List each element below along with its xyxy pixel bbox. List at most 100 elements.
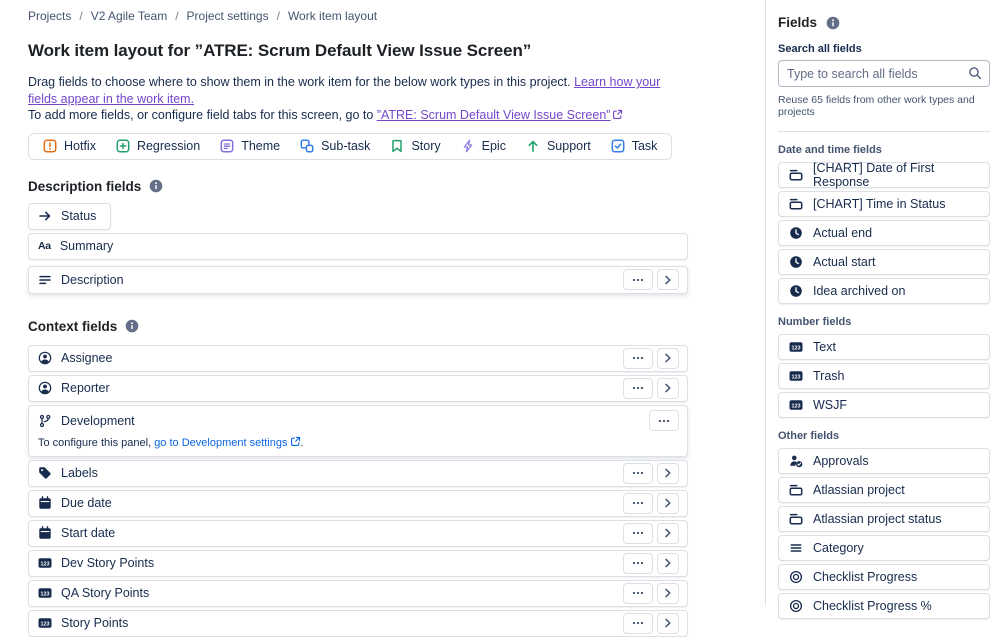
- expand-button[interactable]: [657, 492, 679, 514]
- svg-text:123: 123: [41, 591, 50, 597]
- breadcrumb-project-name[interactable]: V2 Agile Team: [91, 9, 168, 23]
- breadcrumb-projects[interactable]: Projects: [28, 9, 71, 23]
- more-icon: [631, 496, 645, 510]
- field-row-labels[interactable]: Labels: [28, 459, 688, 487]
- chevron-right-icon: [661, 466, 675, 480]
- more-options-button[interactable]: [649, 410, 679, 431]
- more-options-button[interactable]: [623, 269, 653, 290]
- chevron-right-icon: [661, 273, 675, 287]
- field-label: Category: [813, 541, 864, 555]
- breadcrumb-separator: /: [276, 9, 280, 23]
- breadcrumb-work-item-layout[interactable]: Work item layout: [288, 9, 377, 23]
- field-row-due-date[interactable]: Due date: [28, 489, 688, 517]
- intro-line1: Drag fields to choose where to show them…: [28, 75, 571, 89]
- sidebar-field-chart-date-first-response[interactable]: [CHART] Date of First Response: [778, 161, 990, 189]
- task-icon: [611, 139, 625, 153]
- field-label: Atlassian project status: [813, 512, 942, 526]
- field-row-development[interactable]: Development To configure this panel, go …: [28, 404, 688, 457]
- info-icon[interactable]: [826, 16, 840, 30]
- sidebar-field-actual-end[interactable]: Actual end: [778, 220, 990, 246]
- chevron-right-icon: [661, 586, 675, 600]
- fields-heading: Fields: [778, 15, 990, 30]
- field-label: Checklist Progress: [813, 570, 918, 584]
- field-label: Checklist Progress %: [813, 599, 932, 613]
- expand-button[interactable]: [657, 612, 679, 634]
- expand-button[interactable]: [657, 377, 679, 399]
- expand-button[interactable]: [657, 462, 679, 484]
- work-type-tab-theme[interactable]: Theme: [210, 134, 290, 159]
- work-type-tab-subtask[interactable]: Sub-task: [290, 134, 380, 159]
- external-link-icon: [612, 109, 623, 120]
- sidebar-field-idea-archived-on[interactable]: Idea archived on: [778, 278, 990, 304]
- field-row-dev-story-points[interactable]: 123 Dev Story Points: [28, 549, 688, 577]
- field-row-story-points[interactable]: 123 Story Points: [28, 609, 688, 637]
- work-type-tab-hotfix[interactable]: Hotfix: [33, 134, 106, 159]
- field-row-qa-story-points[interactable]: 123 QA Story Points: [28, 579, 688, 607]
- field-row-assignee[interactable]: Assignee: [28, 344, 688, 372]
- chevron-right-icon: [661, 381, 675, 395]
- more-options-button[interactable]: [623, 462, 653, 484]
- search-all-fields-label: Search all fields: [778, 43, 862, 55]
- expand-button[interactable]: [657, 582, 679, 604]
- sidebar-field-actual-start[interactable]: Actual start: [778, 249, 990, 275]
- number-123-icon: 123: [38, 586, 52, 600]
- field-row-description[interactable]: Description: [28, 265, 688, 294]
- field-row-status[interactable]: Status: [28, 202, 112, 230]
- sidebar-field-checklist-progress-pct[interactable]: Checklist Progress %: [778, 593, 990, 619]
- screen-link[interactable]: ”ATRE: Scrum Default View Issue Screen”: [377, 108, 624, 122]
- expand-button[interactable]: [657, 347, 679, 369]
- field-row-summary[interactable]: Aa Summary: [28, 232, 688, 260]
- intro-line2: To add more fields, or configure field t…: [28, 108, 374, 122]
- number-123-icon: 123: [789, 369, 803, 383]
- more-options-button[interactable]: [623, 552, 653, 574]
- info-icon[interactable]: [125, 319, 139, 333]
- expand-button[interactable]: [657, 522, 679, 544]
- work-type-tab-story[interactable]: Story: [380, 134, 450, 159]
- sidebar-field-category[interactable]: Category: [778, 535, 990, 561]
- number-123-icon: 123: [789, 398, 803, 412]
- more-icon: [631, 586, 645, 600]
- sidebar-field-wsjf[interactable]: 123 WSJF: [778, 392, 990, 418]
- more-options-button[interactable]: [623, 347, 653, 369]
- more-icon: [631, 381, 645, 395]
- more-options-button[interactable]: [623, 522, 653, 544]
- search-input[interactable]: [778, 60, 990, 87]
- clock-icon: [789, 255, 803, 269]
- field-row-reporter[interactable]: Reporter: [28, 374, 688, 402]
- align-left-icon: [38, 273, 52, 287]
- main-panel: Projects / V2 Agile Team / Project setti…: [0, 0, 765, 637]
- drawer-icon: [789, 197, 803, 211]
- sidebar-field-chart-time-in-status[interactable]: [CHART] Time in Status: [778, 191, 990, 217]
- svg-text:123: 123: [792, 374, 801, 380]
- fields-sidebar: Fields Search all fields Reuse 65 fields…: [765, 0, 999, 619]
- work-type-tab-epic[interactable]: Epic: [451, 134, 516, 159]
- field-row-start-date[interactable]: Start date: [28, 519, 688, 547]
- work-type-tab-task[interactable]: Task: [601, 134, 668, 159]
- expand-button[interactable]: [657, 269, 679, 290]
- work-type-tab-label: Support: [546, 139, 591, 153]
- more-options-button[interactable]: [623, 612, 653, 634]
- work-type-tab-label: Epic: [481, 139, 506, 153]
- sidebar-field-text[interactable]: 123 Text: [778, 334, 990, 360]
- section-heading-label: Context fields: [28, 318, 118, 334]
- sidebar-field-checklist-progress[interactable]: Checklist Progress: [778, 564, 990, 590]
- expand-button[interactable]: [657, 552, 679, 574]
- info-icon[interactable]: [149, 179, 163, 193]
- breadcrumb-project-settings[interactable]: Project settings: [187, 9, 269, 23]
- reuse-note: Reuse 65 fields from other work types an…: [778, 94, 975, 118]
- sidebar-field-trash[interactable]: 123 Trash: [778, 363, 990, 389]
- more-options-button[interactable]: [623, 492, 653, 514]
- more-options-button[interactable]: [623, 377, 653, 399]
- sidebar-field-atlassian-project-status[interactable]: Atlassian project status: [778, 506, 990, 532]
- more-options-button[interactable]: [623, 582, 653, 604]
- text-Aa-icon: Aa: [38, 240, 51, 252]
- work-type-tab-regression[interactable]: Regression: [106, 134, 210, 159]
- number-123-icon: 123: [38, 556, 52, 570]
- sidebar-field-approvals[interactable]: Approvals: [778, 448, 990, 474]
- drawer-icon: [789, 483, 803, 497]
- sidebar-field-atlassian-project[interactable]: Atlassian project: [778, 477, 990, 503]
- development-settings-link[interactable]: go to Development settings: [154, 436, 300, 449]
- work-type-tab-support[interactable]: Support: [516, 134, 601, 159]
- group-heading-date-time: Date and time fields: [778, 144, 882, 156]
- intro-text: Drag fields to choose where to show them…: [28, 74, 688, 124]
